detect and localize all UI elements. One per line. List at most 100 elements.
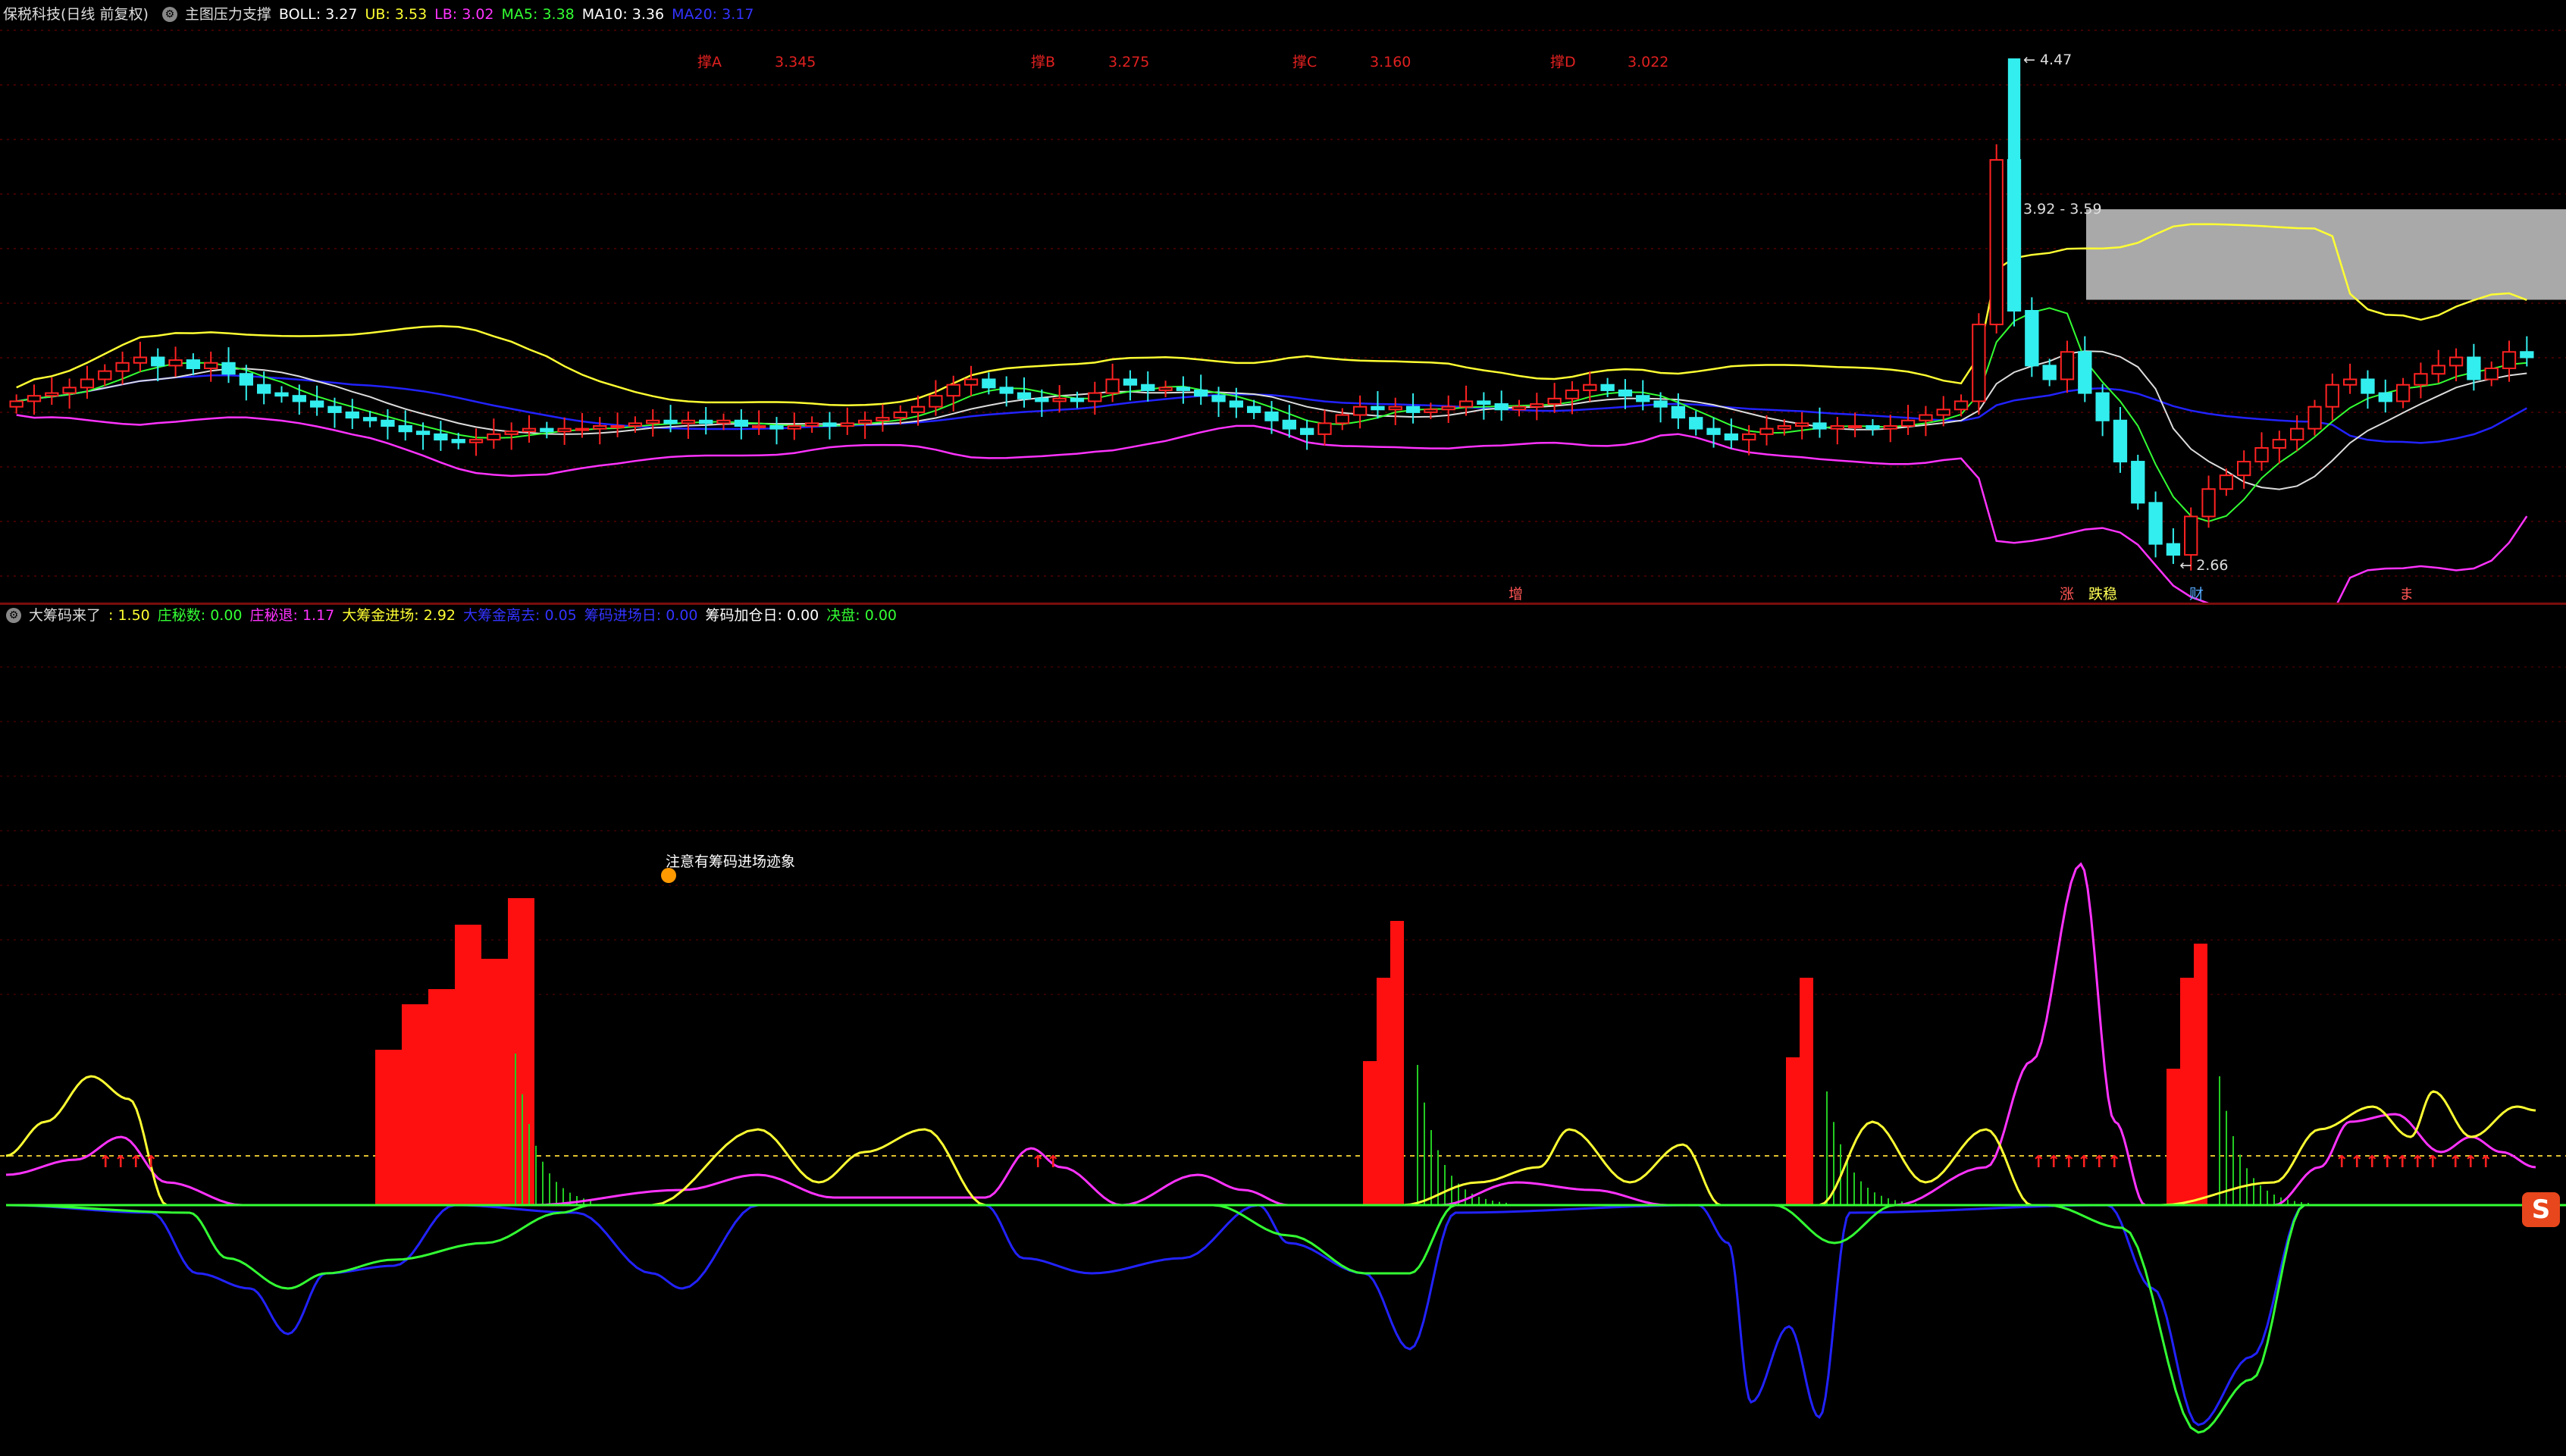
candle — [2484, 368, 2499, 380]
candle — [2254, 446, 2269, 463]
signal-marker: ま — [2399, 586, 2414, 603]
candle — [1671, 405, 1686, 419]
candle — [2060, 351, 2075, 380]
candle — [769, 425, 784, 430]
candle — [1247, 405, 1261, 413]
candle — [2467, 356, 2481, 380]
buy-arrow-icon: ↑ — [2411, 1153, 2424, 1172]
candle — [646, 419, 660, 424]
buy-arrow-icon: ↑ — [1031, 1153, 1045, 1172]
level-label: 撑B — [1031, 54, 1055, 70]
candle — [186, 359, 201, 369]
candle — [999, 387, 1014, 394]
chip-bar — [375, 1050, 402, 1205]
candle — [1972, 324, 1986, 402]
candle — [804, 422, 819, 427]
candle — [963, 378, 979, 386]
buy-arrow-icon: ↑ — [2062, 1153, 2076, 1172]
candlestick-chart[interactable]: 撑A 3.345 撑B 3.275 撑C 3.160 撑D 3.022 ← 4.47 3.92 -… — [0, 0, 2566, 603]
candle — [893, 411, 907, 419]
candle — [1105, 378, 1120, 394]
resistance-box — [2086, 209, 2566, 300]
candle — [168, 359, 183, 367]
candle — [2502, 351, 2517, 369]
candle — [1706, 427, 1721, 435]
candle — [1211, 395, 1226, 402]
candle — [557, 427, 572, 433]
candle — [98, 370, 112, 380]
candle — [362, 417, 378, 421]
candle — [1883, 425, 1897, 430]
candle — [2272, 439, 2286, 449]
candle — [2025, 310, 2039, 367]
candle — [1830, 425, 1844, 430]
candle — [1317, 422, 1332, 435]
candle — [628, 422, 643, 427]
candle — [1777, 425, 1791, 430]
buy-arrow-icon: ↑ — [2335, 1153, 2348, 1172]
candle — [1035, 397, 1049, 402]
candle — [151, 356, 165, 367]
signal-marker: 涨 — [2060, 586, 2074, 603]
candle — [1335, 414, 1349, 424]
candle — [2308, 405, 2322, 430]
level-label: 撑D — [1550, 54, 1576, 70]
candle — [1458, 400, 1474, 408]
candle — [327, 405, 342, 413]
candle — [716, 419, 731, 424]
buy-arrow-icon: ↑ — [2380, 1153, 2394, 1172]
candle — [2431, 365, 2445, 375]
level-value: 3.345 — [775, 54, 816, 70]
candle — [910, 405, 926, 413]
candle — [2237, 461, 2251, 477]
candle — [451, 439, 465, 443]
candle — [1352, 405, 1368, 416]
candle — [2113, 419, 2128, 463]
candle — [1282, 419, 1296, 430]
candle — [487, 433, 501, 441]
candle — [1565, 389, 1580, 399]
candle — [2201, 488, 2216, 518]
candle — [1636, 395, 1650, 402]
candle — [1088, 392, 1102, 402]
candle — [115, 362, 130, 372]
candle — [434, 433, 448, 441]
candle — [1141, 384, 1155, 391]
candle — [9, 400, 23, 408]
candle — [381, 419, 395, 427]
sogou-icon[interactable]: S — [2522, 1192, 2560, 1227]
candle — [1264, 411, 1279, 421]
candle — [1494, 403, 1509, 411]
candle — [2289, 427, 2304, 441]
candle — [2325, 384, 2339, 408]
candle — [1070, 397, 1085, 402]
candle — [309, 400, 324, 408]
chip-bar — [481, 959, 508, 1205]
candle — [681, 419, 696, 424]
buy-arrow-icon: ↑ — [144, 1153, 158, 1172]
candle — [133, 356, 148, 364]
candle — [1052, 397, 1067, 402]
candle — [610, 425, 625, 428]
candle — [2520, 351, 2534, 359]
candle — [1900, 419, 1916, 427]
chip-bar — [1390, 921, 1404, 1205]
candle — [1600, 384, 1615, 391]
chip-bar — [1800, 978, 1813, 1205]
candle — [593, 425, 607, 430]
candle — [1812, 422, 1827, 430]
candle — [1724, 433, 1739, 441]
candle — [1547, 397, 1562, 405]
buy-arrow-icon: ↑ — [2107, 1153, 2121, 1172]
indicator-chart[interactable]: ↑ ↑ ↑ ↑ ↑ ↑ ↑ ↑ ↑ ↑ ↑ ↑ ↑ ↑ ↑ ↑ ↑ ↑ ↑ ↑ ↑ ↑注意有筹码进场迹象 — [0, 606, 2566, 1456]
range-price-label: 3.92 - 3.59 — [2023, 201, 2102, 218]
candle — [2148, 502, 2163, 545]
candle — [1176, 387, 1191, 391]
candle — [1759, 427, 1774, 435]
candle — [292, 395, 306, 402]
candle — [2166, 543, 2181, 556]
buy-arrow-icon: ↑ — [2365, 1153, 2379, 1172]
buy-arrow-icon: ↑ — [2350, 1153, 2364, 1172]
chip-bar — [2167, 1069, 2180, 1205]
candle — [274, 392, 289, 397]
